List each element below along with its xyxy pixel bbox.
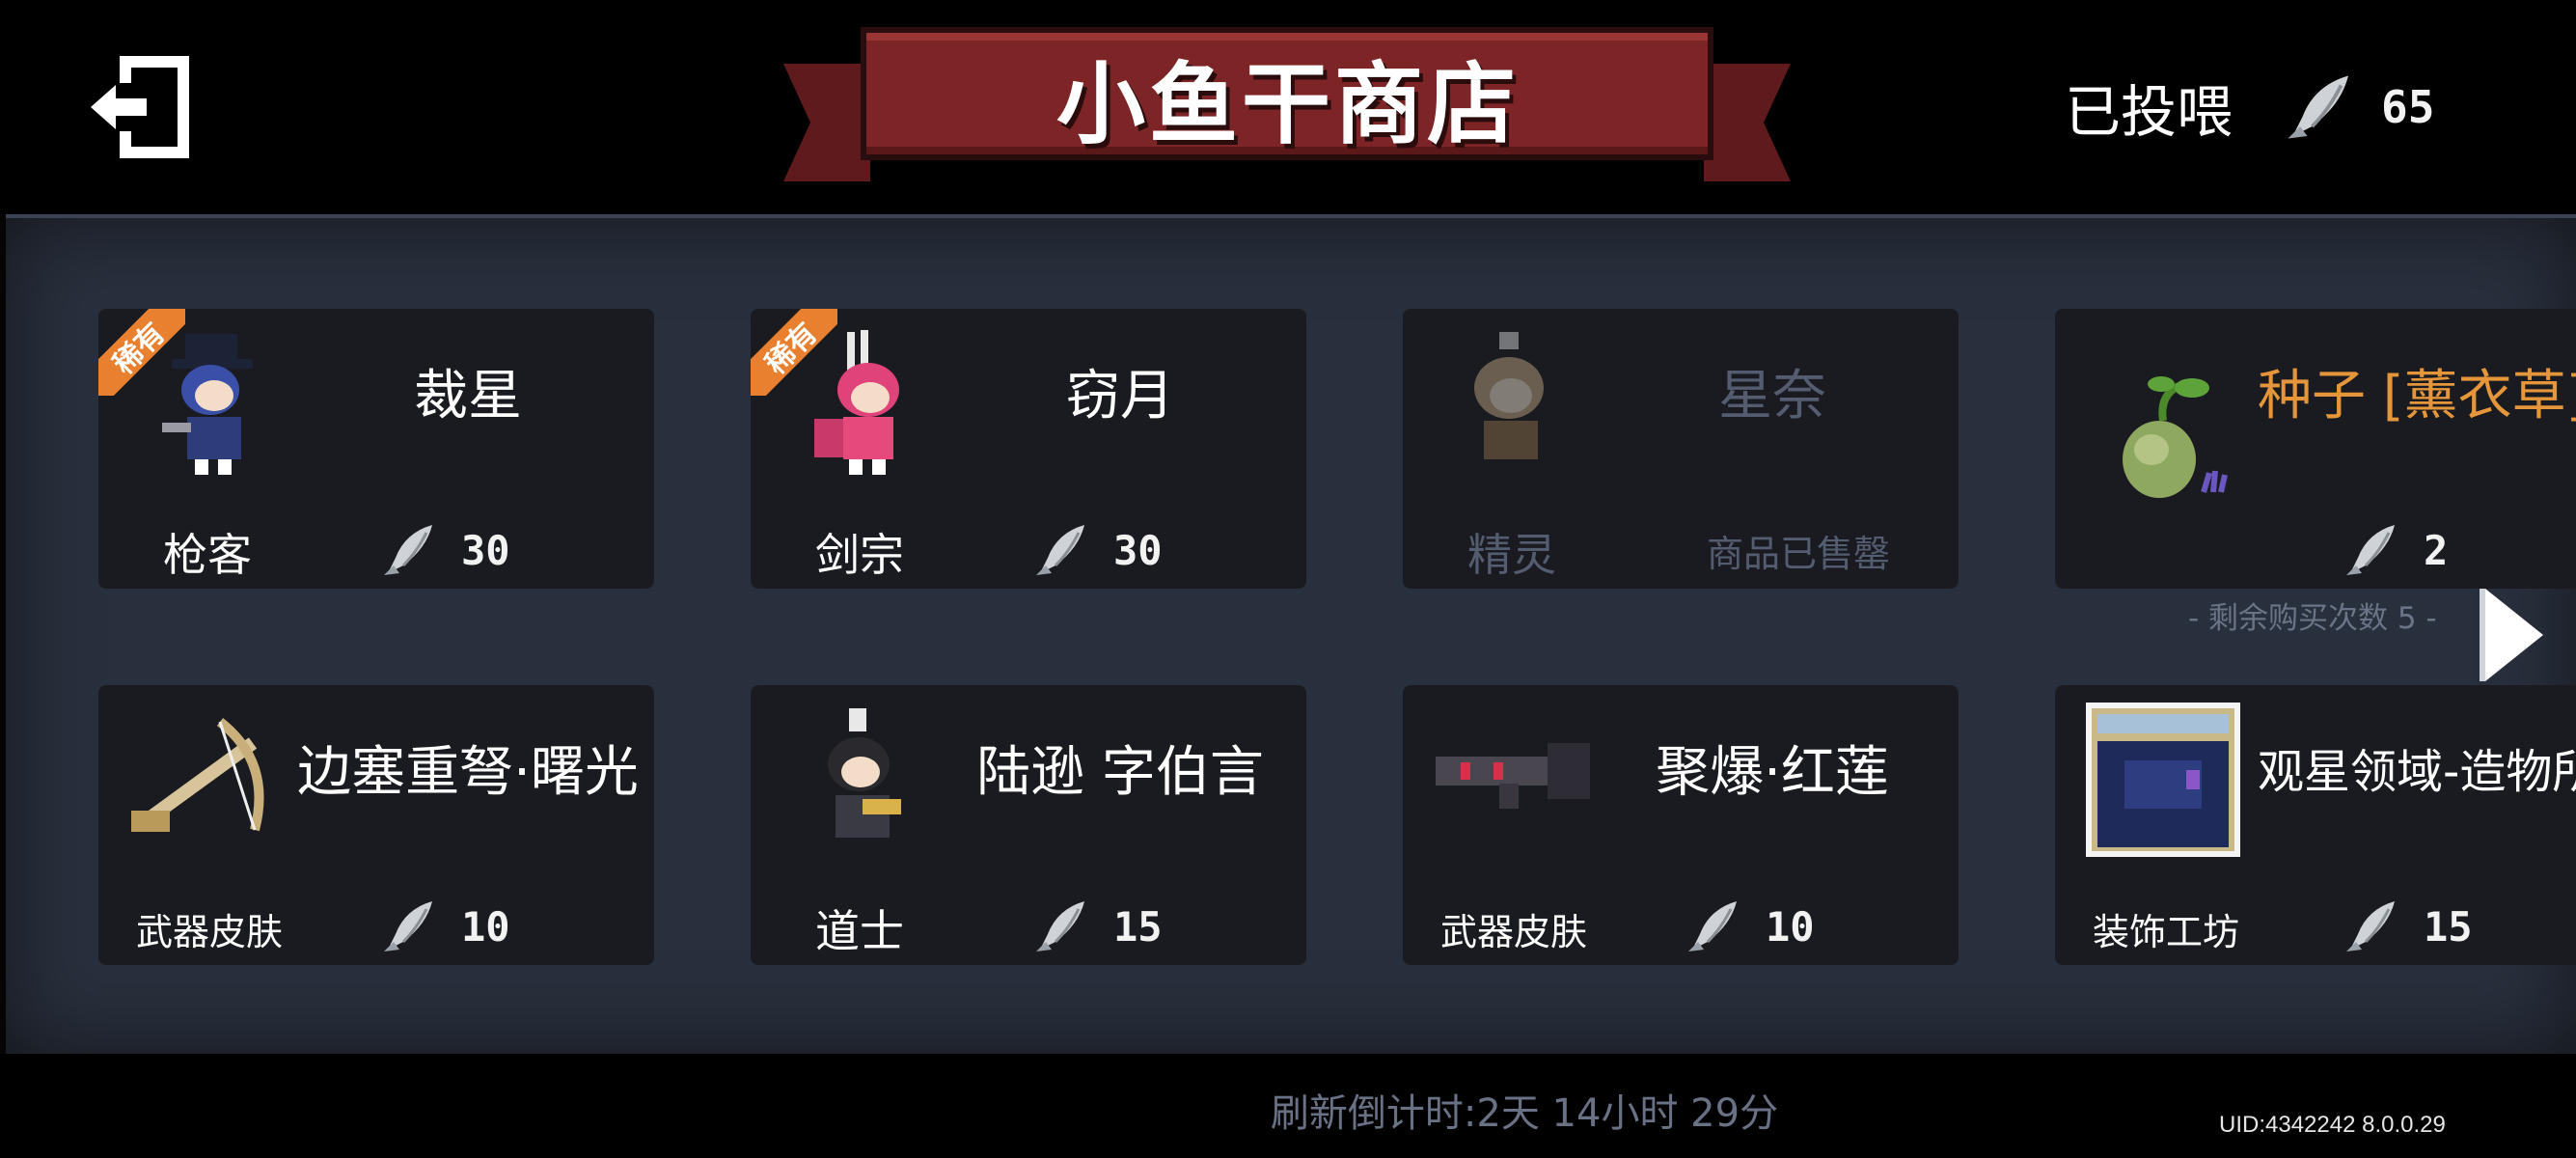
dried-fish-icon	[2288, 75, 2349, 139]
item-price: 15	[2341, 890, 2473, 963]
shop-item-card[interactable]: 裁星 枪客 30 稀有	[98, 309, 654, 589]
item-name: 观星领域-造物所	[2258, 745, 2576, 799]
shop-panel: 裁星 枪客 30 稀有 窃月 剑宗 30 稀有 星奈 精灵 商品已售罄 种子 […	[6, 214, 2576, 1054]
dried-fish-icon	[1036, 525, 1084, 575]
dried-fish-icon	[2346, 901, 2395, 951]
fed-count: 65	[2381, 81, 2435, 133]
fed-counter: 已投喂 65	[2065, 64, 2434, 151]
shop-item-card-sold-out: 星奈 精灵 商品已售罄	[1403, 309, 1959, 589]
price-value: 2	[2424, 526, 2449, 574]
exit-icon[interactable]	[87, 56, 189, 158]
uid-version: UID:4342242 8.0.0.29	[2219, 1112, 2446, 1138]
item-category: 武器皮肤	[1439, 910, 1587, 953]
item-category: 道士	[815, 905, 904, 957]
price-value: 15	[2424, 902, 2473, 951]
item-name: 陆逊 字伯言	[976, 740, 1264, 804]
price-value: 30	[1113, 526, 1163, 574]
dried-fish-icon	[1036, 901, 1084, 951]
room-decor-icon	[2086, 703, 2240, 857]
next-page-arrow-icon[interactable]	[2480, 585, 2547, 685]
price-value: 10	[461, 902, 510, 951]
rare-badge: 稀有	[751, 309, 837, 396]
item-name: 裁星	[414, 364, 522, 427]
rare-badge: 稀有	[98, 309, 185, 396]
shop-item-card[interactable]: 聚爆·红莲 武器皮肤 10	[1403, 685, 1959, 965]
item-category: 武器皮肤	[135, 910, 283, 953]
refresh-countdown: 刷新倒计时:2天 14小时 29分	[1270, 1091, 1779, 1136]
shop-item-card[interactable]: 陆逊 字伯言 道士 15	[751, 685, 1306, 965]
fed-label: 已投喂	[2065, 79, 2233, 145]
blaster-icon	[1436, 743, 1590, 809]
character-portrait	[828, 708, 901, 838]
shop-item-card[interactable]: 观星领域-造物所 装饰工坊 15	[2055, 685, 2576, 965]
item-price: 30	[1030, 513, 1163, 587]
item-name: 种子 [薰衣草]	[2258, 364, 2576, 427]
dried-fish-icon	[2346, 525, 2395, 575]
item-category: 装饰工坊	[2092, 910, 2239, 953]
price-value: 30	[461, 526, 510, 574]
item-category: 枪客	[163, 529, 252, 581]
seed-icon	[2123, 376, 2228, 498]
price-value: 10	[1766, 902, 1815, 951]
item-price: 30	[378, 513, 510, 587]
item-price: 10	[378, 890, 510, 963]
crossbow-icon	[131, 718, 264, 832]
item-price: 15	[1030, 890, 1163, 963]
item-category: 剑宗	[815, 529, 904, 581]
shop-item-card[interactable]: 种子 [薰衣草] 2	[2055, 309, 2576, 589]
item-price: 2	[2341, 513, 2448, 587]
remaining-purchases: - 剩余购买次数 5 -	[2188, 600, 2437, 636]
sold-out-label: 商品已售罄	[1706, 532, 1890, 575]
item-name: 聚爆·红莲	[1656, 740, 1889, 804]
price-value: 15	[1113, 902, 1163, 951]
shop-item-card[interactable]: 边塞重弩·曙光 武器皮肤 10	[98, 685, 654, 965]
item-price: 10	[1683, 890, 1815, 963]
character-portrait	[1474, 332, 1544, 459]
item-name: 窃月	[1066, 364, 1174, 427]
item-name: 星奈	[1718, 364, 1826, 427]
item-name: 边塞重弩·曙光	[297, 740, 639, 804]
item-category: 精灵	[1467, 529, 1556, 581]
dried-fish-icon	[384, 901, 432, 951]
dried-fish-icon	[384, 525, 432, 575]
shop-item-card[interactable]: 窃月 剑宗 30 稀有	[751, 309, 1306, 589]
dried-fish-icon	[1688, 901, 1737, 951]
shop-title: 小鱼干商店	[1055, 52, 1520, 156]
